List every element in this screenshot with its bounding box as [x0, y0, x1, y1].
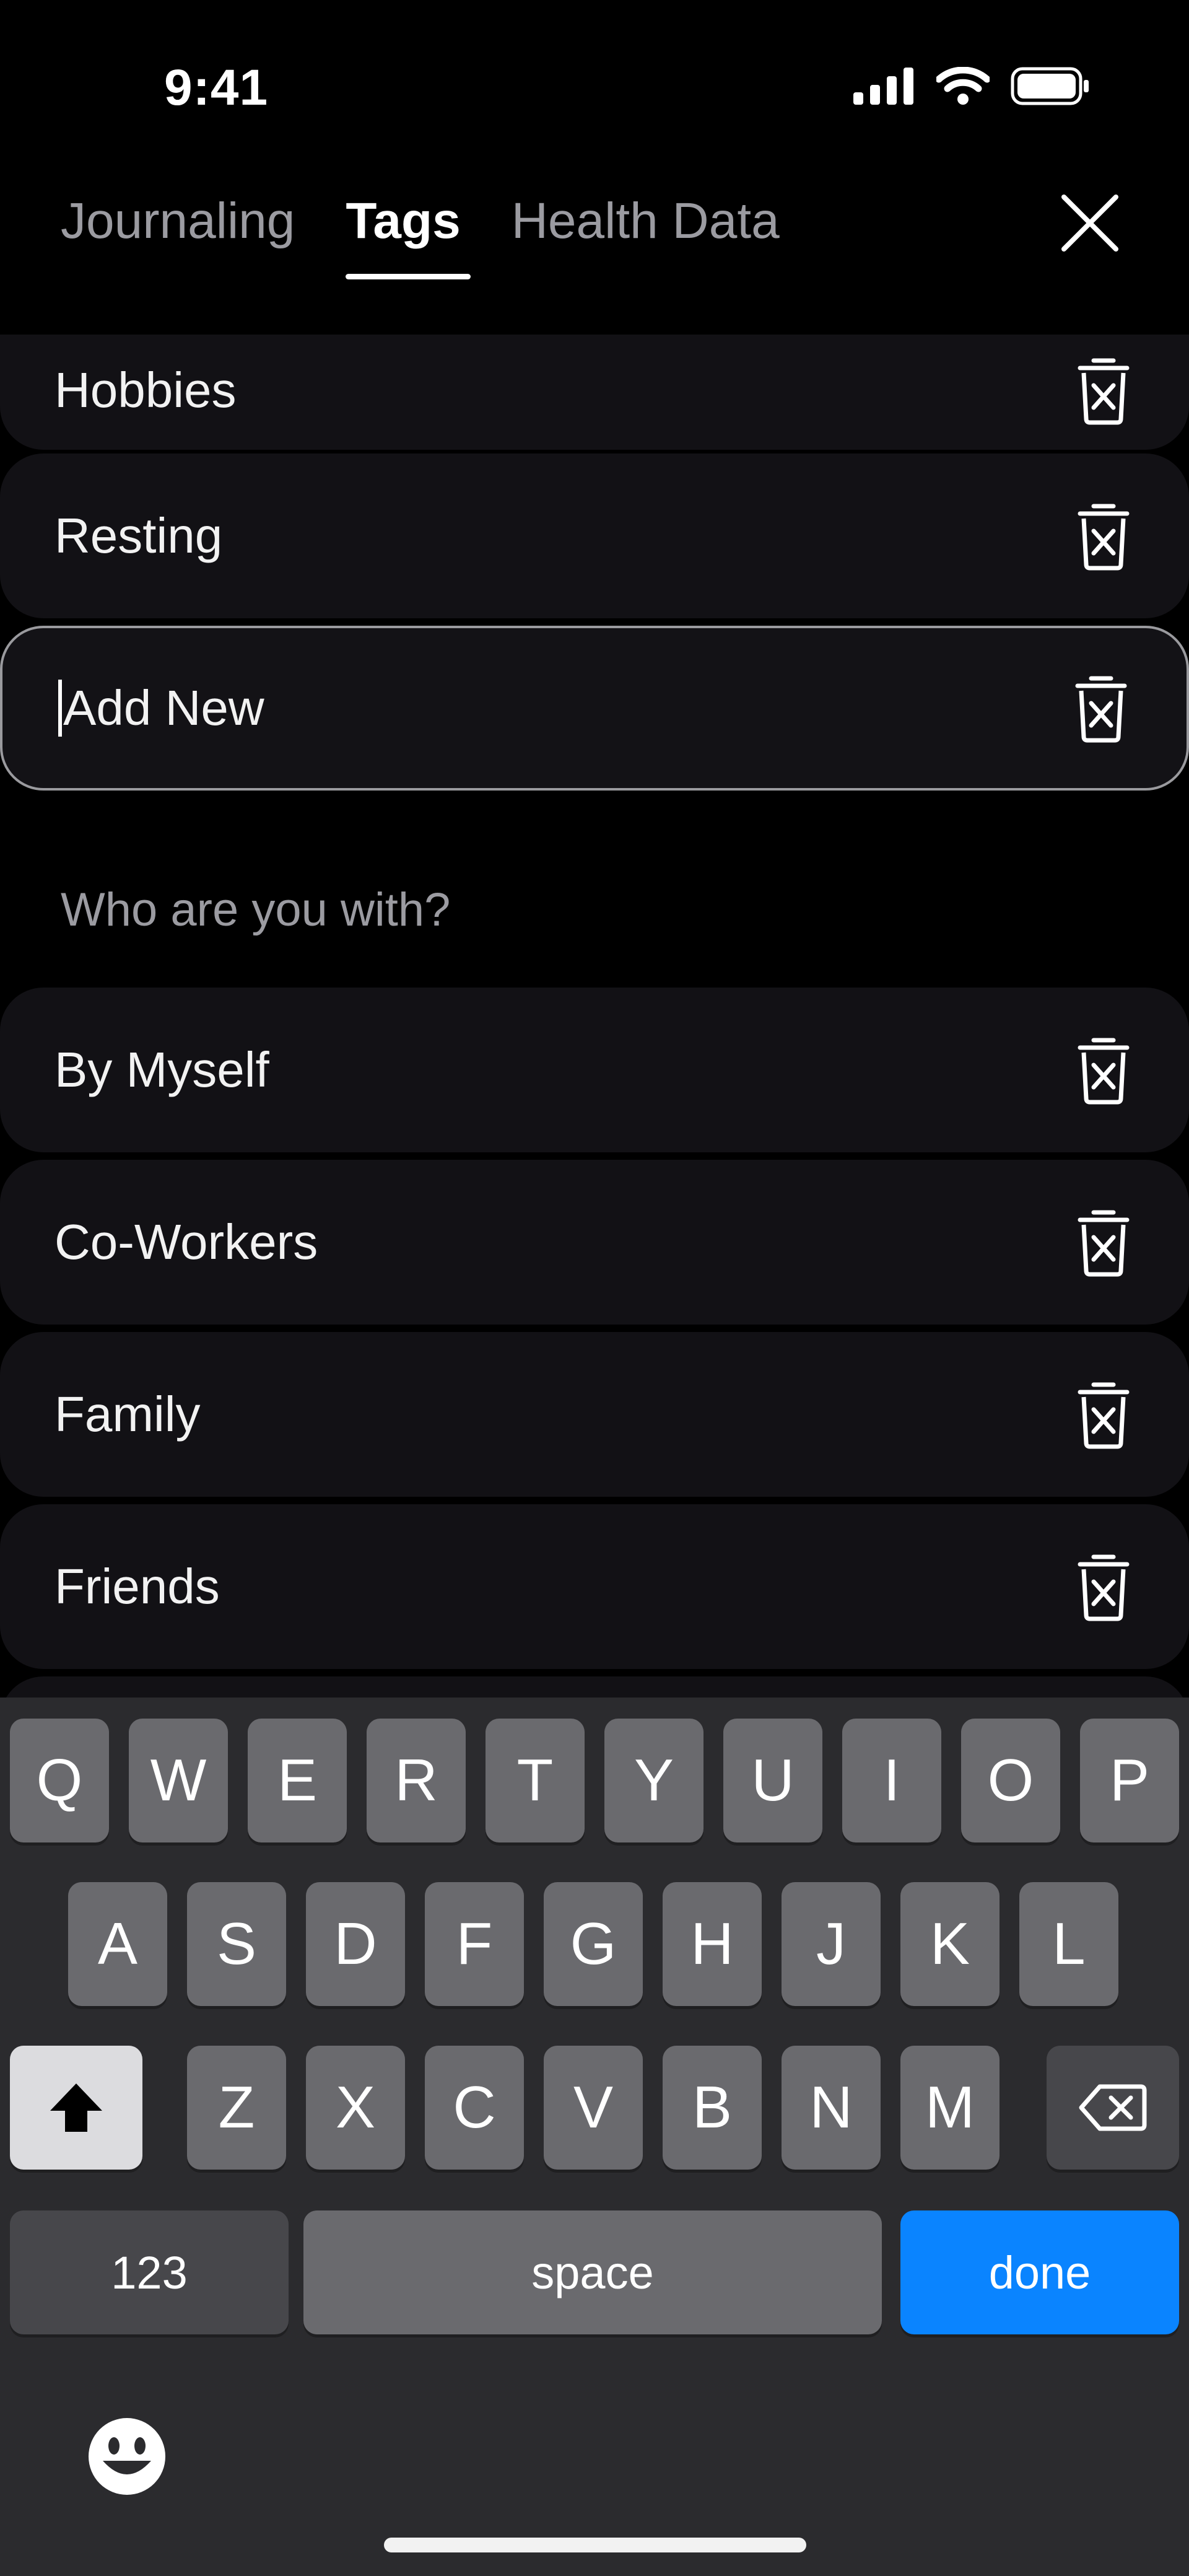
key-g[interactable]: G — [544, 1882, 643, 2006]
trash-x-icon — [1078, 1210, 1130, 1277]
wifi-icon — [936, 67, 990, 105]
key-p[interactable]: P — [1080, 1719, 1179, 1842]
emoji-smiley-icon — [89, 2418, 165, 2495]
tab-journaling[interactable]: Journaling — [61, 192, 295, 250]
key-q[interactable]: Q — [10, 1719, 109, 1842]
key-t[interactable]: T — [486, 1719, 585, 1842]
key-f[interactable]: F — [425, 1882, 524, 2006]
tag-label: Hobbies — [54, 362, 237, 418]
key-b[interactable]: B — [663, 2046, 762, 2170]
tag-label: Co-Workers — [54, 1214, 318, 1269]
key-u[interactable]: U — [723, 1719, 822, 1842]
delete-tag-button[interactable] — [1075, 501, 1132, 571]
status-time: 9:41 — [164, 59, 269, 116]
tag-row[interactable]: Resting — [0, 453, 1189, 618]
tab-health-data-label: Health Data — [511, 193, 780, 249]
tag-label: Friends — [54, 1559, 220, 1614]
delete-tag-button[interactable] — [1075, 1035, 1132, 1105]
tag-label: By Myself — [54, 1042, 269, 1097]
key-o[interactable]: O — [961, 1719, 1060, 1842]
tags-settings-screen: 9:41 Journaling Tags Health Data Hobbies… — [0, 0, 1189, 2576]
trash-x-icon — [1078, 1038, 1130, 1105]
key-h[interactable]: H — [663, 1882, 762, 2006]
close-icon — [1061, 195, 1118, 252]
new-tag-input[interactable] — [62, 679, 931, 737]
tag-label: Resting — [54, 508, 223, 563]
key-m[interactable]: M — [900, 2046, 1000, 2170]
tab-journaling-label: Journaling — [61, 193, 295, 249]
backspace-key[interactable] — [1047, 2046, 1179, 2170]
numbers-key[interactable]: 123 — [10, 2210, 289, 2334]
key-c[interactable]: C — [425, 2046, 524, 2170]
key-d[interactable]: D — [306, 1882, 405, 2006]
key-x[interactable]: X — [306, 2046, 405, 2170]
on-screen-keyboard: Q W E R T Y U I O P A S D F G H J K L Z … — [0, 1698, 1189, 2576]
key-i[interactable]: I — [842, 1719, 941, 1842]
new-tag-row[interactable] — [0, 626, 1189, 791]
trash-x-icon — [1078, 1554, 1130, 1621]
tag-row-partial[interactable] — [0, 1676, 1189, 1698]
shift-arrow-icon — [50, 2083, 102, 2132]
trash-x-icon — [1075, 676, 1127, 743]
key-k[interactable]: K — [900, 1882, 1000, 2006]
delete-new-tag-button[interactable] — [1073, 673, 1130, 743]
cellular-signal-icon — [853, 68, 913, 105]
key-v[interactable]: V — [544, 2046, 643, 2170]
key-w[interactable]: W — [129, 1719, 228, 1842]
space-key[interactable]: space — [303, 2210, 882, 2334]
tag-row[interactable]: Co-Workers — [0, 1160, 1189, 1325]
key-a[interactable]: A — [68, 1882, 167, 2006]
tag-row[interactable]: Hobbies — [0, 335, 1189, 450]
delete-tag-button[interactable] — [1075, 1207, 1132, 1277]
close-button[interactable] — [1053, 186, 1127, 260]
key-z[interactable]: Z — [187, 2046, 286, 2170]
key-l[interactable]: L — [1019, 1882, 1118, 2006]
tag-row[interactable]: By Myself — [0, 988, 1189, 1152]
trash-x-icon — [1078, 504, 1130, 571]
key-n[interactable]: N — [782, 2046, 881, 2170]
status-icons — [853, 67, 1090, 105]
tag-row[interactable]: Friends — [0, 1504, 1189, 1669]
active-tab-indicator — [346, 274, 471, 279]
done-key[interactable]: done — [900, 2210, 1179, 2334]
tags-list[interactable]: Hobbies Resting Add New Who are you with… — [0, 335, 1189, 1698]
home-indicator — [384, 2538, 806, 2552]
top-tabs: Journaling Tags Health Data — [61, 192, 830, 279]
trash-x-icon — [1078, 1382, 1130, 1449]
delete-tag-button[interactable] — [1075, 1380, 1132, 1449]
emoji-button[interactable] — [87, 2416, 167, 2497]
shift-key[interactable] — [10, 2046, 142, 2170]
tab-tags[interactable]: Tags — [346, 192, 471, 279]
key-e[interactable]: E — [248, 1719, 347, 1842]
tag-label: Family — [54, 1387, 201, 1442]
backspace-icon — [1079, 2084, 1147, 2131]
key-y[interactable]: Y — [604, 1719, 703, 1842]
trash-x-icon — [1078, 358, 1130, 425]
delete-tag-button[interactable] — [1075, 1552, 1132, 1621]
key-s[interactable]: S — [187, 1882, 286, 2006]
tab-health-data[interactable]: Health Data — [512, 192, 780, 250]
section-header: Who are you with? — [61, 883, 451, 936]
battery-icon — [1011, 67, 1089, 105]
delete-tag-button[interactable] — [1075, 356, 1132, 425]
key-r[interactable]: R — [367, 1719, 466, 1842]
tab-tags-label: Tags — [346, 193, 461, 249]
tag-row[interactable]: Family — [0, 1332, 1189, 1497]
key-j[interactable]: J — [782, 1882, 881, 2006]
